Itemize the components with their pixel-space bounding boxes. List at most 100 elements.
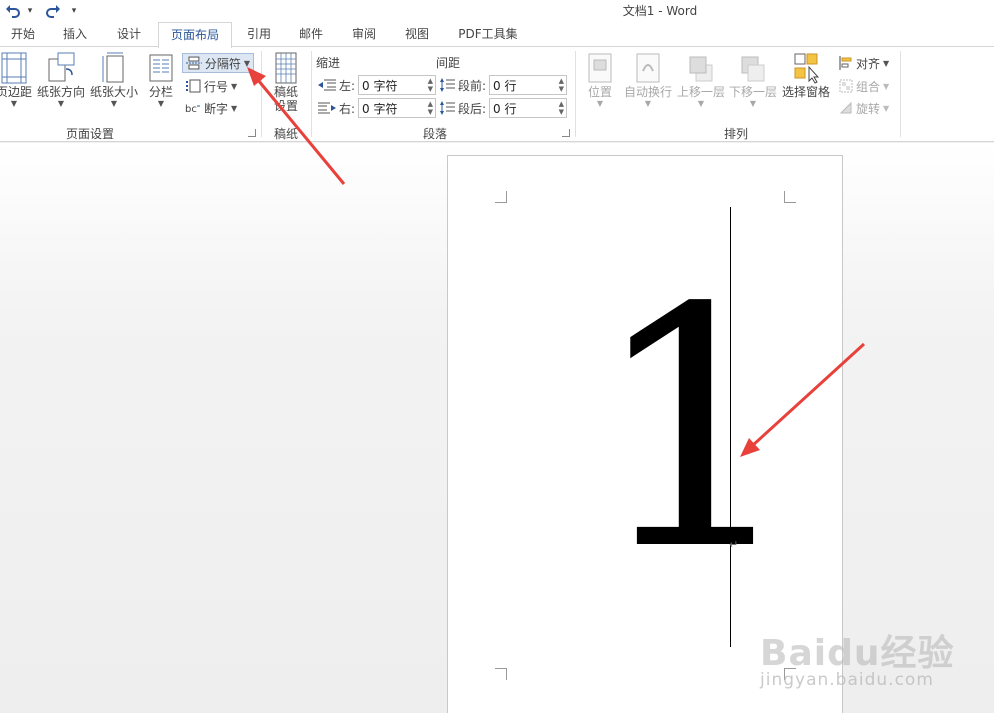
spinner-arrows-icon[interactable]: ▲ ▼ bbox=[428, 77, 433, 93]
indent-right-input[interactable]: 0 字符 ▲ ▼ bbox=[358, 98, 437, 118]
chevron-down-icon: ▼ bbox=[231, 81, 238, 91]
chevron-down-icon: ▼ bbox=[883, 58, 890, 68]
breaks-label: 分隔符 bbox=[204, 56, 241, 71]
spacing-before-label: 段前: bbox=[458, 78, 487, 93]
align-icon bbox=[839, 56, 852, 70]
group-divider bbox=[900, 51, 901, 137]
chevron-down-icon: ▼ bbox=[749, 99, 757, 108]
chevron-down-icon: ▼ bbox=[697, 99, 705, 108]
title-bar: ▾ ▾ 文档1 - Word bbox=[0, 0, 994, 22]
spacing-after-value: 0 行 bbox=[493, 101, 517, 116]
tab-mailings[interactable]: 邮件 bbox=[290, 22, 332, 46]
spacing-after-row: 段后: 0 行 ▲ ▼ bbox=[439, 97, 568, 119]
chevron-down-icon: ▼ bbox=[644, 99, 652, 108]
align-button[interactable]: 对齐 ▼ bbox=[836, 53, 896, 73]
tab-view[interactable]: 视图 bbox=[396, 22, 438, 46]
indent-left-row: 左: 0 字符 ▲ ▼ bbox=[318, 74, 437, 96]
margin-corner-mark bbox=[495, 191, 507, 203]
columns-label: 分栏 bbox=[148, 85, 173, 99]
wrap-text-button[interactable]: 自动换行 ▼ bbox=[622, 51, 674, 109]
window-title: 文档1 - Word bbox=[622, 4, 698, 18]
indent-left-input[interactable]: 0 字符 ▲ ▼ bbox=[358, 75, 437, 95]
align-label: 对齐 bbox=[856, 56, 881, 71]
send-backward-button[interactable]: 下移一层 ▼ bbox=[727, 51, 779, 109]
spinner-arrows-icon[interactable]: ▲ ▼ bbox=[559, 77, 564, 93]
bring-forward-icon bbox=[689, 56, 713, 82]
manuscript-settings-button[interactable]: 稿纸 设置 bbox=[266, 51, 306, 113]
paragraph-launcher-icon[interactable] bbox=[562, 129, 570, 137]
orientation-button[interactable]: 纸张方向 ▼ bbox=[36, 51, 86, 109]
rotate-icon bbox=[839, 101, 852, 114]
group-divider bbox=[311, 51, 312, 137]
breaks-button[interactable]: 分隔符 ▼ bbox=[182, 53, 254, 73]
tab-design[interactable]: 设计 bbox=[108, 22, 150, 46]
column-break-line bbox=[730, 207, 731, 647]
orientation-icon bbox=[48, 52, 75, 82]
position-icon bbox=[588, 53, 612, 83]
selection-pane-button[interactable]: 选择窗格 bbox=[780, 51, 832, 99]
columns-button[interactable]: 分栏 ▼ bbox=[144, 51, 178, 109]
tab-page-layout[interactable]: 页面布局 bbox=[158, 22, 232, 48]
spacing-after-input[interactable]: 0 行 ▲ ▼ bbox=[489, 98, 568, 118]
manuscript-icon bbox=[275, 52, 297, 84]
indent-right-row: 右: 0 字符 ▲ ▼ bbox=[318, 97, 437, 119]
tab-review[interactable]: 审阅 bbox=[343, 22, 385, 46]
undo-dropdown-caret[interactable]: ▾ bbox=[24, 6, 36, 16]
chevron-down-icon: ▼ bbox=[243, 58, 250, 68]
document-text[interactable]: 1 bbox=[590, 265, 800, 595]
spacing-before-input[interactable]: 0 行 ▲ ▼ bbox=[489, 75, 568, 95]
spinner-arrows-icon[interactable]: ▲ ▼ bbox=[559, 100, 564, 116]
tab-home[interactable]: 开始 bbox=[2, 22, 44, 46]
group-divider bbox=[261, 51, 262, 137]
rotate-label: 旋转 bbox=[856, 101, 881, 116]
undo-icon[interactable] bbox=[4, 2, 22, 20]
line-numbers-label: 行号 bbox=[204, 79, 229, 94]
group-objects-button[interactable]: 组合 ▼ bbox=[836, 76, 896, 96]
indent-right-label: 右: bbox=[339, 101, 356, 116]
chevron-down-icon: ▼ bbox=[231, 103, 238, 113]
margin-corner-mark bbox=[495, 668, 507, 680]
spacing-after-icon bbox=[440, 101, 455, 115]
spacing-before-icon bbox=[440, 78, 455, 92]
wrap-text-icon bbox=[636, 53, 660, 83]
indent-left-label: 左: bbox=[339, 78, 356, 93]
manuscript-group-label: 稿纸 bbox=[273, 127, 298, 141]
ribbon: 页边距 ▼ 纸张方向 ▼ 纸张大小 ▼ 分栏 ▼ 分隔符 ▼ 行号 ▼ bc 断… bbox=[0, 46, 994, 142]
watermark-logo: Baidu经验 bbox=[760, 633, 955, 674]
arrange-group-label: 排列 bbox=[723, 127, 748, 141]
tab-references[interactable]: 引用 bbox=[238, 22, 280, 46]
spacing-before-row: 段前: 0 行 ▲ ▼ bbox=[439, 74, 568, 96]
send-backward-icon bbox=[741, 56, 765, 82]
spacing-after-label: 段后: bbox=[458, 101, 487, 116]
customize-qat-caret[interactable]: ▾ bbox=[68, 6, 80, 16]
spinner-arrows-icon[interactable]: ▲ ▼ bbox=[428, 100, 433, 116]
chevron-down-icon: ▼ bbox=[57, 99, 65, 108]
redo-icon[interactable] bbox=[44, 2, 62, 20]
rotate-button[interactable]: 旋转 ▼ bbox=[836, 98, 896, 118]
spacing-before-value: 0 行 bbox=[493, 78, 517, 93]
position-button[interactable]: 位置 ▼ bbox=[580, 51, 620, 109]
chevron-down-icon: ▼ bbox=[110, 99, 118, 108]
size-button[interactable]: 纸张大小 ▼ bbox=[89, 51, 139, 109]
chevron-down-icon: ▼ bbox=[596, 99, 604, 108]
selection-pane-icon bbox=[794, 53, 820, 84]
watermark-url: jingyan.baidu.com bbox=[760, 670, 934, 690]
tab-pdf-tools[interactable]: PDF工具集 bbox=[450, 22, 526, 46]
manuscript-label-line2: 设置 bbox=[273, 99, 298, 113]
indent-left-icon bbox=[318, 79, 336, 91]
tab-insert[interactable]: 插入 bbox=[54, 22, 96, 46]
spacing-title: 间距 bbox=[436, 56, 461, 70]
page-setup-launcher-icon[interactable] bbox=[248, 129, 256, 137]
orientation-label: 纸张方向 bbox=[36, 85, 85, 99]
paper-size-icon bbox=[102, 52, 124, 83]
line-numbers-button[interactable]: 行号 ▼ bbox=[182, 76, 244, 96]
indent-right-value: 0 字符 bbox=[362, 101, 398, 116]
margins-button[interactable]: 页边距 ▼ bbox=[0, 51, 34, 109]
chevron-down-icon: ▼ bbox=[883, 81, 890, 91]
chevron-down-icon: ▼ bbox=[10, 99, 18, 108]
svg-text:bc: bc bbox=[185, 104, 197, 115]
group-label: 组合 bbox=[856, 79, 881, 94]
hyphenation-button[interactable]: bc 断字 ▼ bbox=[182, 98, 244, 118]
bring-forward-button[interactable]: 上移一层 ▼ bbox=[675, 51, 727, 109]
paragraph-mark: ↵ bbox=[729, 538, 739, 551]
